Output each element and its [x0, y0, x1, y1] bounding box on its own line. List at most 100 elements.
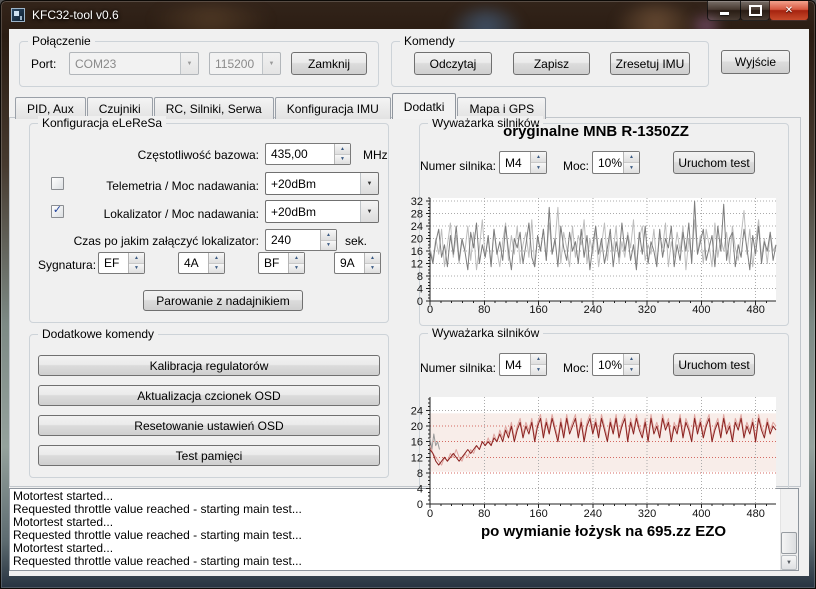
- svg-text:320: 320: [638, 508, 656, 520]
- window-title: KFC32-tool v0.6: [32, 8, 119, 22]
- spin-up-icon[interactable]: ▲: [209, 253, 224, 264]
- connection-group-label: Połączenie: [28, 34, 95, 48]
- signature-value-0: EF: [99, 253, 128, 273]
- motor-number-spinner-2[interactable]: M4 ▲▼: [499, 353, 547, 376]
- spin-down-icon[interactable]: ▼: [624, 163, 639, 173]
- telemetry-checkbox[interactable]: [51, 177, 64, 190]
- svg-text:320: 320: [638, 304, 656, 316]
- power-value-1: 10%: [593, 152, 623, 173]
- spin-down-icon[interactable]: ▼: [531, 365, 546, 375]
- svg-text:480: 480: [746, 508, 764, 520]
- svg-text:4: 4: [417, 284, 423, 296]
- signature-spinner-2[interactable]: BF ▲▼: [258, 252, 305, 274]
- signature-value-1: 4A: [179, 253, 208, 273]
- locator-power-value: +20dBm: [271, 205, 316, 219]
- svg-text:12: 12: [411, 452, 423, 464]
- svg-text:160: 160: [529, 304, 547, 316]
- memory-test-button[interactable]: Test pamięci: [38, 445, 380, 466]
- chart2-caption: po wymianie łożysk na 695.zz EZO: [431, 523, 776, 540]
- chevron-down-icon: ▼: [360, 201, 378, 222]
- motor-number-label-1: Numer silnika:: [414, 159, 496, 173]
- telemetry-power-select[interactable]: +20dBm ▼: [265, 172, 379, 195]
- update-osd-fonts-button[interactable]: Aktualizacja czcionek OSD: [38, 385, 380, 406]
- spin-up-icon[interactable]: ▲: [289, 253, 304, 264]
- telemetry-label: Telemetria / Moc nadawania:: [81, 179, 259, 193]
- titlebar[interactable]: KFC32-tool v0.6 ✕: [1, 1, 816, 29]
- locator-power-select[interactable]: +20dBm ▼: [265, 200, 379, 223]
- pair-transmitter-button[interactable]: Parowanie z nadajnikiem: [143, 290, 303, 311]
- locator-delay-label: Czas po jakim załączyć lokalizator:: [61, 234, 259, 248]
- run-test-button-2[interactable]: Uruchom test: [673, 353, 755, 376]
- tab-rc-silniki-serwa[interactable]: RC, Silniki, Serwa: [154, 97, 274, 119]
- svg-text:80: 80: [478, 508, 490, 520]
- mhz-label: MHz: [363, 148, 388, 162]
- spin-down-icon[interactable]: ▼: [129, 264, 144, 274]
- chevron-down-icon: ▼: [180, 53, 198, 74]
- svg-text:0: 0: [417, 296, 423, 308]
- baud-select[interactable]: 115200 ▼: [209, 52, 281, 75]
- locator-delay-value: 240: [266, 230, 320, 250]
- spin-down-icon[interactable]: ▼: [365, 264, 380, 274]
- locator-label: Lokalizator / Moc nadawania:: [81, 207, 259, 221]
- port-select-value: COM23: [75, 57, 116, 71]
- svg-text:32: 32: [411, 196, 423, 208]
- locator-checkbox[interactable]: ✓: [51, 205, 64, 218]
- svg-text:80: 80: [478, 304, 490, 316]
- exit-button[interactable]: Wyjście: [721, 50, 790, 74]
- spin-down-icon[interactable]: ▼: [335, 155, 350, 165]
- signature-spinner-3[interactable]: 9A ▲▼: [334, 252, 381, 274]
- close-icon: ✕: [785, 6, 793, 16]
- base-frequency-value: 435,00: [266, 144, 334, 164]
- spin-up-icon[interactable]: ▲: [624, 152, 639, 163]
- spin-up-icon[interactable]: ▲: [624, 354, 639, 365]
- locator-delay-spinner[interactable]: 240 ▲▼: [265, 229, 337, 251]
- close-connection-button[interactable]: Zamknij: [291, 52, 367, 75]
- maximize-button[interactable]: [740, 1, 770, 21]
- spin-up-icon[interactable]: ▲: [531, 152, 546, 163]
- save-button[interactable]: Zapisz: [513, 52, 590, 75]
- reset-imu-button[interactable]: Zresetuj IMU: [610, 52, 690, 75]
- app-icon: [11, 8, 25, 22]
- svg-text:8: 8: [417, 271, 423, 283]
- svg-text:400: 400: [692, 508, 710, 520]
- base-frequency-spinner[interactable]: 435,00 ▲▼: [265, 143, 351, 165]
- log-scrollbar-thumb[interactable]: [781, 532, 797, 554]
- spin-down-icon[interactable]: ▼: [321, 241, 336, 251]
- minimize-button[interactable]: [707, 1, 741, 21]
- calibrate-regulators-button[interactable]: Kalibracja regulatorów: [38, 355, 380, 376]
- spin-down-icon[interactable]: ▼: [624, 365, 639, 375]
- motor-number-label-2: Numer silnika:: [414, 361, 496, 375]
- spin-up-icon[interactable]: ▲: [365, 253, 380, 264]
- spin-down-icon[interactable]: ▼: [289, 264, 304, 274]
- baud-select-value: 115200: [215, 57, 254, 71]
- run-test-button-1[interactable]: Uruchom test: [673, 151, 755, 174]
- svg-text:20: 20: [411, 421, 423, 433]
- signature-spinner-1[interactable]: 4A ▲▼: [178, 252, 225, 274]
- sek-label: sek.: [345, 234, 367, 248]
- close-button[interactable]: ✕: [769, 1, 809, 21]
- read-button[interactable]: Odczytaj: [414, 52, 492, 75]
- power-spinner-2[interactable]: 10% ▲▼: [592, 353, 640, 376]
- spin-down-icon[interactable]: ▼: [531, 163, 546, 173]
- balancer2-group-label: Wyważarka silników: [428, 326, 543, 340]
- tab-dodatki[interactable]: Dodatki: [392, 93, 457, 119]
- reset-osd-settings-button[interactable]: Resetowanie ustawień OSD: [38, 415, 380, 436]
- spin-up-icon[interactable]: ▲: [531, 354, 546, 365]
- chart1-title: oryginalne MNB R-1350ZZ: [431, 123, 761, 140]
- spin-up-icon[interactable]: ▲: [321, 230, 336, 241]
- signature-spinner-0[interactable]: EF ▲▼: [98, 252, 145, 274]
- spin-down-icon[interactable]: ▼: [209, 264, 224, 274]
- power-spinner-1[interactable]: 10% ▲▼: [592, 151, 640, 174]
- svg-text:4: 4: [417, 483, 423, 495]
- motor-number-value-1: M4: [500, 152, 530, 173]
- log-scrollbar-down-button[interactable]: ▼: [781, 555, 797, 570]
- motor-number-value-2: M4: [500, 354, 530, 375]
- motor-number-spinner-1[interactable]: M4 ▲▼: [499, 151, 547, 174]
- svg-text:0: 0: [427, 508, 433, 520]
- port-select[interactable]: COM23 ▼: [69, 52, 199, 75]
- svg-text:0: 0: [417, 499, 423, 511]
- tab-konfiguracja-imu[interactable]: Konfiguracja IMU: [275, 97, 391, 119]
- app-window: KFC32-tool v0.6 ✕ Połączenie Port: COM23…: [0, 0, 816, 589]
- spin-up-icon[interactable]: ▲: [129, 253, 144, 264]
- spin-up-icon[interactable]: ▲: [335, 144, 350, 155]
